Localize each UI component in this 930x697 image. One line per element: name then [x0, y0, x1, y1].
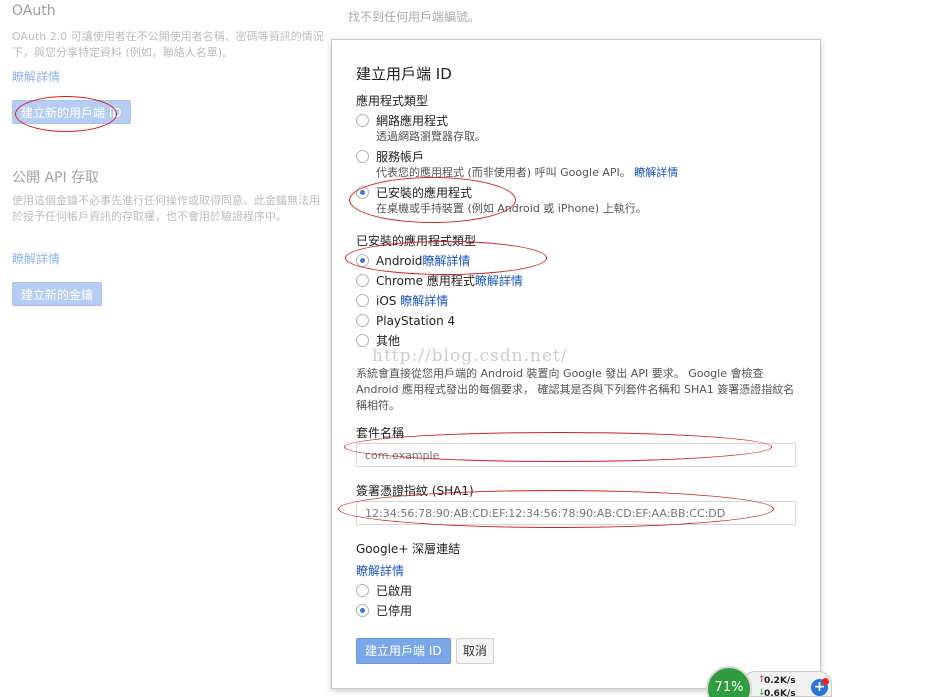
no-clients-message: 找不到任何用戶端編號。 — [348, 10, 481, 24]
app-type-service[interactable]: 服務帳戶 代表您的應用程式 (而非使用者) 呼叫 Google API。 瞭解詳… — [356, 149, 678, 181]
net-speed-widget[interactable]: 71% ↑ 0.2K/s ↓ 0.6K/s + — [706, 666, 836, 697]
chrome-label: Chrome 應用程式 — [376, 274, 475, 288]
service-account-label: 服務帳戶 — [376, 150, 425, 164]
radio-chrome[interactable] — [356, 274, 369, 287]
oauth-learn-more-link[interactable]: 瞭解詳情 — [12, 68, 60, 85]
service-account-learn-more-link[interactable]: 瞭解詳情 — [634, 166, 678, 179]
chrome-learn-more-link[interactable]: 瞭解詳情 — [475, 274, 523, 288]
blog-watermark: http://blog.csdn.net/ — [372, 346, 568, 366]
oauth-title: OAuth — [12, 3, 56, 19]
radio-ios[interactable] — [356, 294, 369, 307]
radio-web-app[interactable] — [356, 114, 369, 127]
memory-gauge[interactable]: 71% — [706, 666, 752, 697]
upload-speed: 0.2K/s — [764, 676, 796, 686]
ios-label: iOS — [376, 294, 397, 308]
create-key-button[interactable]: 建立新的金鑰 — [12, 282, 103, 306]
installed-type-chrome[interactable]: Chrome 應用程式瞭解詳情 — [356, 273, 523, 289]
annotation-ellipse-android — [345, 241, 547, 275]
annotation-ellipse-installed-app — [349, 177, 516, 223]
radio-other[interactable] — [356, 334, 369, 347]
web-app-desc: 透過網路瀏覽器存取。 — [376, 130, 486, 143]
app-type-web[interactable]: 網路應用程式 透過網路瀏覽器存取。 — [356, 113, 486, 145]
android-info-text: 系統會直接從您用戶端的 Android 裝置向 Google 發出 API 要求… — [356, 367, 795, 412]
radio-service-account[interactable] — [356, 150, 369, 163]
deeplink-label: Google+ 深層連結 — [356, 542, 461, 556]
app-type-label: 應用程式類型 — [356, 94, 429, 108]
annotation-ellipse-package — [344, 432, 772, 462]
ios-learn-more-link[interactable]: 瞭解詳情 — [400, 294, 448, 308]
deeplink-enabled-label: 已啟用 — [376, 584, 413, 598]
deeplink-disabled-label: 已停用 — [376, 604, 413, 618]
deeplink-learn-more-link[interactable]: 瞭解詳情 — [356, 562, 404, 579]
radio-playstation4[interactable] — [356, 314, 369, 327]
installed-type-ps4[interactable]: PlayStation 4 — [356, 313, 455, 329]
annotation-ellipse-sha1 — [338, 490, 774, 528]
notification-dot-icon — [822, 678, 829, 685]
web-app-label: 網路應用程式 — [376, 114, 449, 128]
annotation-ellipse-create-client — [15, 96, 117, 132]
download-speed: 0.6K/s — [764, 689, 796, 697]
playstation4-label: PlayStation 4 — [376, 314, 456, 328]
public-api-description: 使用這個金鑰不必事先進行任何操作或取得同意。此金鑰無法用於授予任何帳戶資訊的存取… — [12, 194, 320, 223]
radio-deeplink-enabled[interactable] — [356, 584, 369, 597]
api-learn-more-link[interactable]: 瞭解詳情 — [12, 250, 60, 267]
installed-type-ios[interactable]: iOS 瞭解詳情 — [356, 293, 448, 309]
deeplink-disabled[interactable]: 已停用 — [356, 603, 412, 619]
dialog-title: 建立用戶端 ID — [356, 65, 452, 83]
public-api-title: 公開 API 存取 — [12, 170, 100, 186]
radio-deeplink-disabled[interactable] — [356, 604, 369, 617]
cancel-button[interactable]: 取消 — [456, 638, 495, 664]
oauth-description: OAuth 2.0 可讓使用者在不公開使用者名稱、密碼等資訊的情況下，與您分享特… — [12, 30, 324, 59]
create-client-id-submit-button[interactable]: 建立用戶端 ID — [356, 638, 451, 664]
deeplink-enabled[interactable]: 已啟用 — [356, 583, 412, 599]
